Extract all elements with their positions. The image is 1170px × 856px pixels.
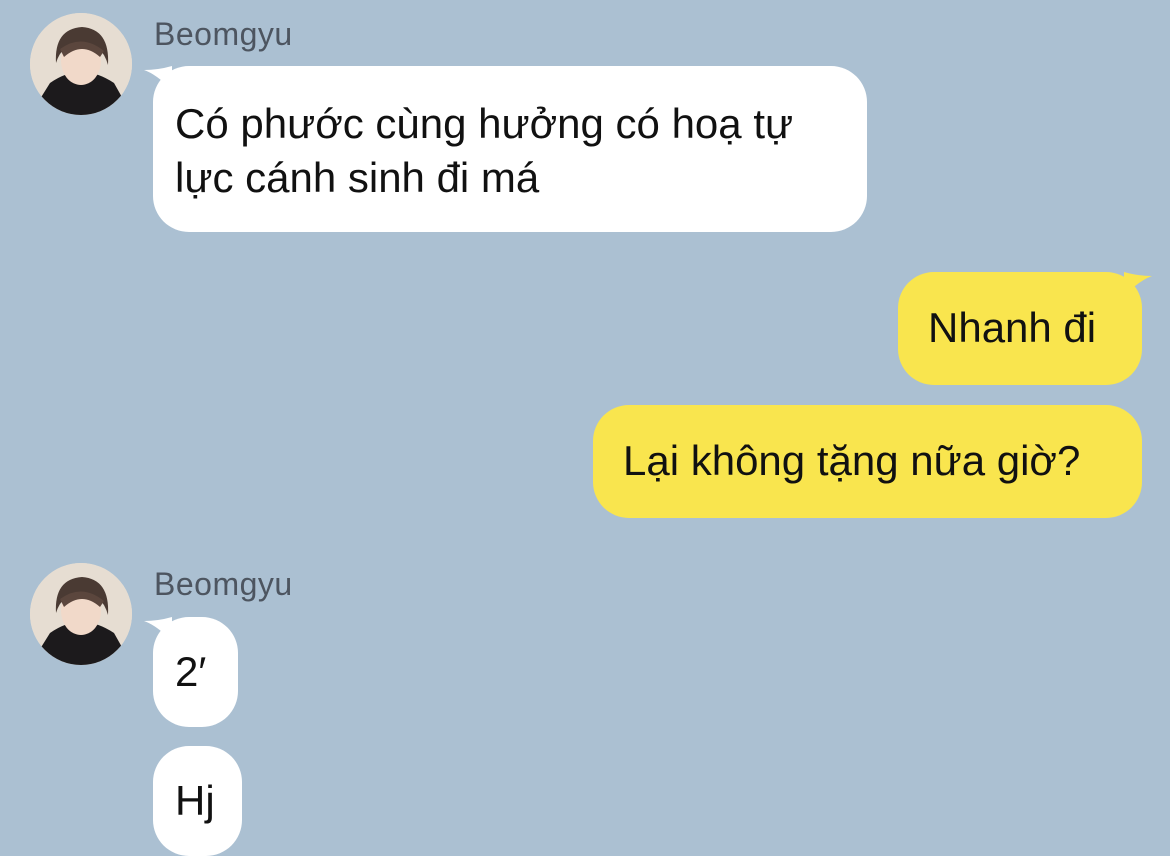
- avatar-photo-icon: [30, 563, 132, 665]
- message-bubble-outgoing[interactable]: Nhanh đi: [898, 272, 1142, 385]
- message-bubble-incoming[interactable]: 2′: [153, 617, 238, 727]
- message-text: Hj: [175, 777, 215, 824]
- sender-avatar[interactable]: [30, 13, 132, 115]
- message-text-line: Có phước cùng hưởng có hoạ tự: [175, 100, 794, 147]
- message-bubble-incoming[interactable]: Hj: [153, 746, 242, 856]
- avatar-photo-icon: [30, 13, 132, 115]
- message-text: Nhanh đi: [928, 304, 1097, 351]
- sender-avatar[interactable]: [30, 563, 132, 665]
- message-text-line: lực cánh sinh đi má: [175, 154, 540, 201]
- chat-view[interactable]: Beomgyu Có phước cùng hưởng có hoạ tự lự…: [0, 0, 1170, 856]
- message-text: 2′: [175, 648, 207, 695]
- message-bubble-outgoing[interactable]: Lại không tặng nữa giờ?: [593, 405, 1142, 518]
- sender-name: Beomgyu: [154, 566, 293, 602]
- message-bubble-incoming[interactable]: Có phước cùng hưởng có hoạ tự lực cánh s…: [153, 66, 867, 232]
- sender-name: Beomgyu: [154, 16, 293, 52]
- message-text: Lại không tặng nữa giờ?: [623, 437, 1081, 484]
